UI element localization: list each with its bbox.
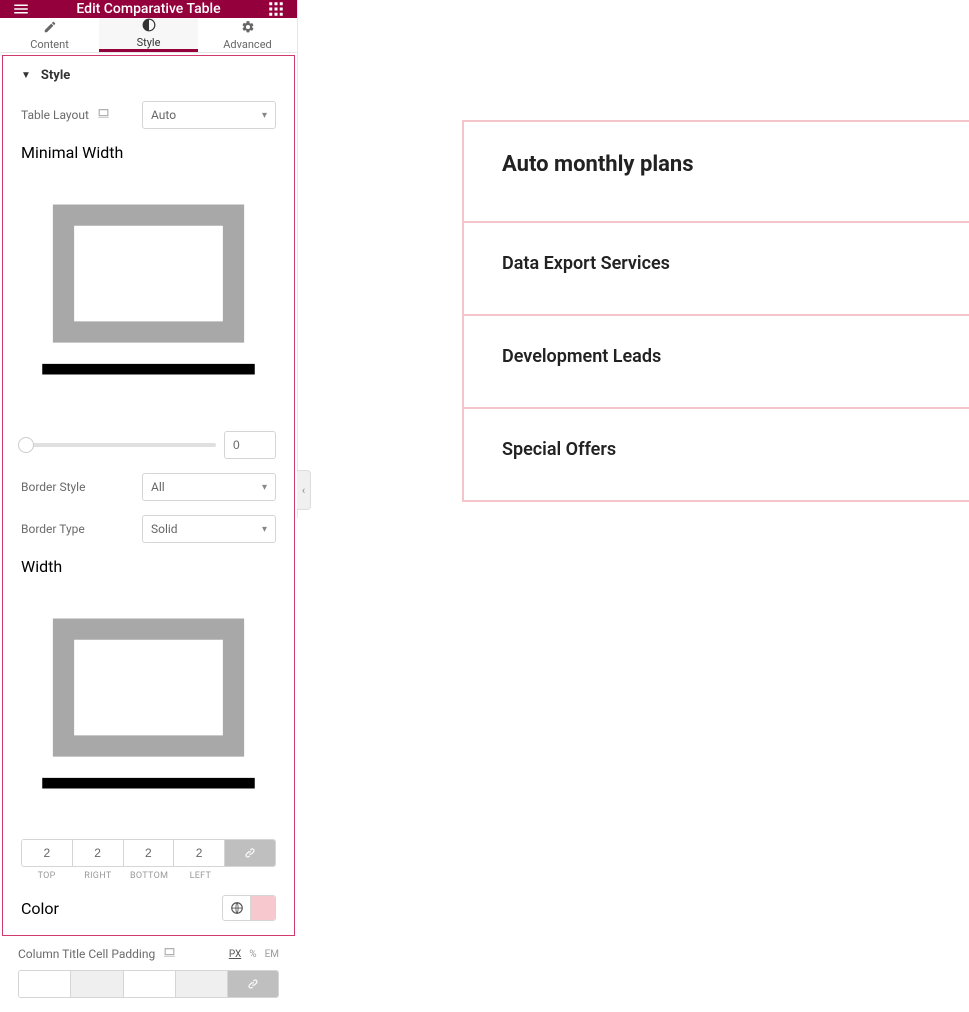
slider-thumb[interactable]: [18, 437, 34, 453]
chevron-down-icon: ▾: [262, 482, 267, 493]
padding-top[interactable]: [19, 971, 71, 997]
width-label: Width: [21, 557, 62, 576]
unit-toggle: PX % EM: [229, 949, 279, 960]
row-color: Color: [21, 895, 276, 921]
section-header-style[interactable]: ▼ Style: [3, 56, 294, 95]
link-values-button[interactable]: [225, 840, 275, 866]
menu-icon[interactable]: [12, 0, 30, 18]
padding-bottom[interactable]: [124, 971, 176, 997]
responsive-icon[interactable]: [21, 402, 276, 421]
global-color-button[interactable]: [223, 896, 251, 920]
width-bottom[interactable]: [124, 840, 175, 866]
width-top[interactable]: [22, 840, 73, 866]
table-layout-label: Table Layout: [21, 108, 89, 122]
table-row: Special Offers: [464, 409, 969, 502]
minimal-width-input[interactable]: [224, 431, 276, 459]
tab-advanced-label: Advanced: [223, 38, 271, 51]
table-row: Development Leads: [464, 316, 969, 409]
tab-style-label: Style: [137, 36, 161, 49]
section-title: Style: [41, 68, 70, 83]
chevron-down-icon: ▾: [262, 524, 267, 535]
border-style-label: Border Style: [21, 480, 85, 494]
responsive-icon[interactable]: [97, 107, 110, 123]
table-layout-value: Auto: [151, 108, 176, 122]
responsive-icon[interactable]: [21, 816, 276, 835]
tab-content-label: Content: [30, 38, 69, 51]
style-controls: Table Layout Auto ▾ Minimal Width: [3, 95, 294, 935]
width-left[interactable]: [174, 840, 225, 866]
responsive-icon[interactable]: [163, 946, 176, 962]
width-top-label: TOP: [21, 871, 72, 881]
border-type-label: Border Type: [21, 522, 85, 536]
row-border-style: Border Style All ▾: [21, 473, 276, 501]
row-width: Width TOP RIGHT BOTTOM LEFT: [21, 557, 276, 881]
padding-right[interactable]: [71, 971, 123, 997]
tab-content[interactable]: Content: [0, 18, 99, 52]
tab-advanced[interactable]: Advanced: [198, 18, 297, 52]
border-style-value: All: [151, 480, 165, 494]
row-minimal-width: Minimal Width: [21, 143, 276, 459]
color-label: Color: [21, 899, 59, 918]
row-cell-padding: Column Title Cell Padding PX % EM: [0, 936, 297, 1012]
link-values-button[interactable]: [228, 971, 278, 997]
padding-left[interactable]: [176, 971, 228, 997]
apps-icon[interactable]: [267, 0, 285, 18]
border-type-value: Solid: [151, 522, 178, 536]
cell-padding-label: Column Title Cell Padding: [18, 947, 155, 961]
comparative-table: Auto monthly plans Data Export Services …: [462, 120, 969, 502]
table-layout-select[interactable]: Auto ▾: [142, 101, 276, 129]
style-section-highlight: ▼ Style Table Layout Auto ▾ Minimal Widt…: [2, 55, 295, 936]
width-right-label: RIGHT: [72, 871, 123, 881]
width-right[interactable]: [73, 840, 124, 866]
tab-style[interactable]: Style: [99, 18, 198, 52]
color-swatch[interactable]: [251, 896, 275, 920]
minimal-width-label: Minimal Width: [21, 143, 123, 162]
row-border-type: Border Type Solid ▾: [21, 515, 276, 543]
table-row: Auto monthly plans: [464, 122, 969, 223]
width-bottom-label: BOTTOM: [124, 871, 175, 881]
panel-header: Edit Comparative Table: [0, 0, 297, 18]
border-type-select[interactable]: Solid ▾: [142, 515, 276, 543]
panel-title: Edit Comparative Table: [76, 1, 220, 17]
caret-down-icon: ▼: [21, 70, 31, 81]
preview-area: Auto monthly plans Data Export Services …: [298, 0, 969, 518]
editor-panel: Edit Comparative Table Content Style Adv…: [0, 0, 298, 518]
row-table-layout: Table Layout Auto ▾: [21, 101, 276, 129]
table-row: Data Export Services: [464, 223, 969, 316]
unit-em[interactable]: EM: [265, 949, 279, 960]
tabs: Content Style Advanced: [0, 18, 297, 53]
unit-pct[interactable]: %: [249, 949, 256, 960]
width-left-label: LEFT: [175, 871, 226, 881]
minimal-width-slider[interactable]: [21, 443, 216, 447]
unit-px[interactable]: PX: [229, 949, 241, 960]
border-style-select[interactable]: All ▾: [142, 473, 276, 501]
chevron-down-icon: ▾: [262, 110, 267, 121]
